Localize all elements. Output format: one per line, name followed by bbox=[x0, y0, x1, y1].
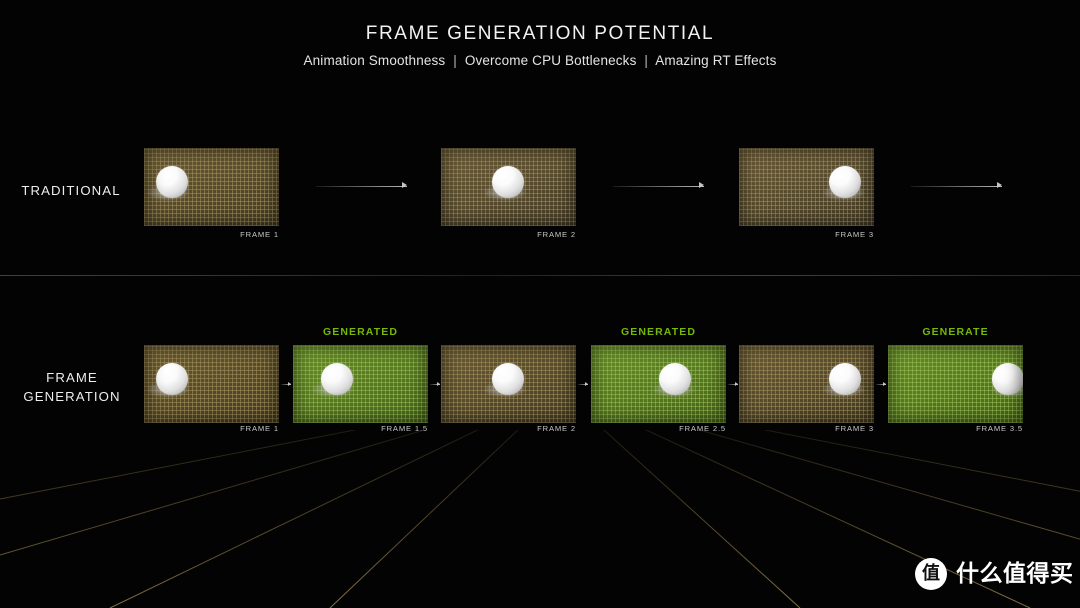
frame-caption-fg-1: FRAME 1 bbox=[240, 424, 279, 433]
animated-ball bbox=[659, 363, 691, 395]
frame-caption-traditional-2: FRAME 2 bbox=[537, 230, 576, 239]
frame-caption-fg-6: FRAME 3.5 bbox=[976, 424, 1023, 433]
frame-tile-fg-5 bbox=[739, 345, 874, 423]
frame-tile-traditional-2 bbox=[441, 148, 576, 226]
flow-arrow-traditional-2 bbox=[613, 182, 704, 190]
frame-caption-fg-4: FRAME 2.5 bbox=[679, 424, 726, 433]
frame-tile-fg-6 bbox=[888, 345, 1023, 423]
frame-caption-traditional-3: FRAME 3 bbox=[835, 230, 874, 239]
animated-ball bbox=[992, 363, 1023, 395]
animated-ball bbox=[829, 363, 861, 395]
row-label-frame-generation-line-2: GENERATION bbox=[23, 389, 121, 405]
arrow-head-icon bbox=[997, 182, 1002, 188]
watermark-text: 什么值得买 bbox=[956, 560, 1074, 587]
arrow-head-icon bbox=[883, 381, 886, 386]
subtitle-part-1: Animation Smoothness bbox=[303, 53, 446, 68]
flow-arrow-fg-3 bbox=[578, 381, 588, 387]
subtitle-separator-2: | bbox=[644, 53, 649, 68]
flow-arrow-traditional-1 bbox=[316, 182, 407, 190]
slide-canvas: FRAME GENERATION POTENTIAL Animation Smo… bbox=[0, 0, 1080, 608]
animated-ball bbox=[492, 166, 524, 198]
frame-tile-fg-2 bbox=[293, 345, 428, 423]
arrow-line bbox=[316, 185, 407, 187]
frame-tile-traditional-1 bbox=[144, 148, 279, 226]
generated-label-fg-4: GENERATED bbox=[620, 326, 697, 338]
subtitle-separator-1: | bbox=[453, 53, 457, 68]
arrow-head-icon bbox=[437, 381, 440, 386]
subtitle-part-3: Amazing RT Effects bbox=[655, 53, 777, 68]
slide-header: FRAME GENERATION POTENTIAL Animation Smo… bbox=[0, 0, 1080, 68]
arrow-line bbox=[911, 185, 1002, 187]
frame-caption-fg-3: FRAME 2 bbox=[537, 424, 576, 433]
frame-tile-fg-1 bbox=[144, 345, 279, 423]
row-label-traditional: TRADITIONAL bbox=[0, 181, 142, 200]
frame-tile-fg-3 bbox=[441, 345, 576, 423]
flow-arrow-traditional-3 bbox=[911, 182, 1002, 190]
watermark-badge-icon: 值 bbox=[915, 558, 947, 590]
generated-label-fg-6: GENERATE bbox=[922, 326, 989, 338]
arrow-head-icon bbox=[585, 381, 588, 386]
animated-ball bbox=[492, 363, 524, 395]
generated-label-fg-2: GENERATED bbox=[322, 326, 399, 338]
animated-ball bbox=[156, 363, 188, 395]
subtitle-part-2: Overcome CPU Bottlenecks bbox=[464, 53, 637, 68]
flow-arrow-fg-1 bbox=[281, 381, 291, 387]
animated-ball bbox=[829, 166, 861, 198]
section-divider bbox=[0, 275, 1080, 276]
frame-caption-fg-5: FRAME 3 bbox=[835, 424, 874, 433]
row-label-frame-generation: FRAME GENERATION bbox=[0, 368, 144, 406]
frame-caption-traditional-1: FRAME 1 bbox=[240, 230, 279, 239]
watermark: 值 什么值得买 bbox=[915, 558, 1074, 590]
arrow-head-icon bbox=[699, 182, 704, 188]
frame-tile-fg-4 bbox=[591, 345, 726, 423]
frame-caption-fg-2: FRAME 1.5 bbox=[381, 424, 428, 433]
arrow-head-icon bbox=[288, 381, 291, 386]
frame-texture bbox=[293, 345, 428, 423]
flow-arrow-fg-4 bbox=[728, 381, 738, 387]
flow-arrow-fg-2 bbox=[430, 381, 440, 387]
arrow-head-icon bbox=[735, 381, 738, 386]
frame-tile-traditional-3 bbox=[739, 148, 874, 226]
animated-ball bbox=[321, 363, 353, 395]
animated-ball bbox=[156, 166, 188, 198]
page-title: FRAME GENERATION POTENTIAL bbox=[365, 23, 715, 44]
flow-arrow-fg-5 bbox=[876, 381, 886, 387]
row-label-frame-generation-line-1: FRAME bbox=[46, 370, 98, 385]
page-subtitle: Animation Smoothness | Overcome CPU Bott… bbox=[0, 53, 1080, 68]
row-label-traditional-line-1: TRADITIONAL bbox=[21, 183, 121, 198]
arrow-line bbox=[613, 185, 704, 187]
arrow-head-icon bbox=[402, 182, 407, 188]
